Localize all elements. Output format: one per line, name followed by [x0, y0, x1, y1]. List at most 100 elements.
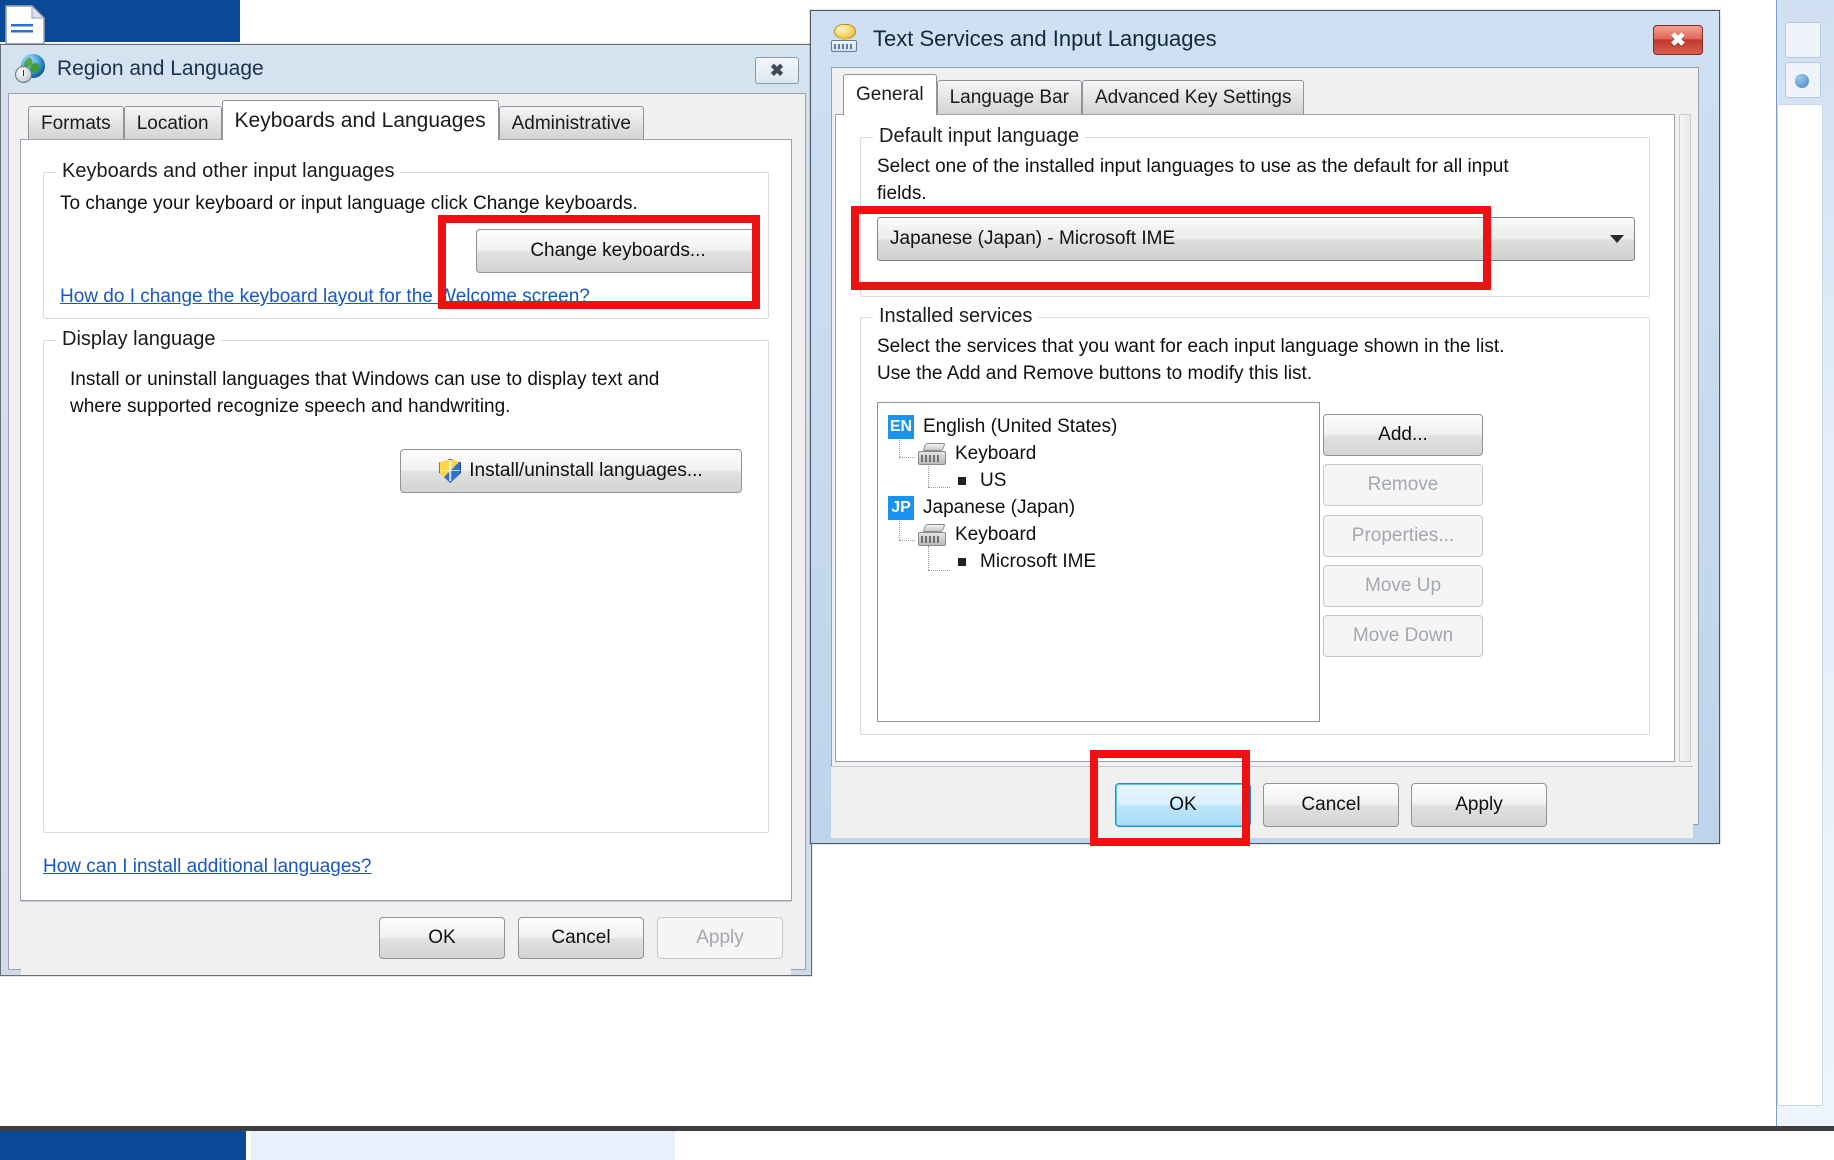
text-services-close-button[interactable]: ✖ [1653, 25, 1703, 55]
installed-services-group: Installed services Select the services t… [860, 305, 1650, 735]
tree-item-japanese-keyboard-label: Keyboard [955, 523, 1037, 545]
tab-administrative-label: Administrative [511, 112, 631, 134]
tree-item-japanese-keyboard[interactable]: Keyboard [878, 521, 1319, 548]
display-language-group-legend: Display language [56, 328, 222, 351]
default-input-language-combobox[interactable]: Japanese (Japan) - Microsoft IME [877, 217, 1635, 261]
tree-item-english-label: English (United States) [923, 415, 1118, 437]
text-services-cancel-label: Cancel [1301, 794, 1361, 815]
change-keyboards-label: Change keyboards... [530, 240, 706, 261]
move-up-button: Move Up [1323, 565, 1483, 607]
move-down-button: Move Down [1323, 615, 1483, 657]
shield-icon [439, 459, 462, 483]
keyboards-group-legend: Keyboards and other input languages [56, 160, 401, 183]
text-services-apply-button[interactable]: Apply [1411, 783, 1547, 827]
text-services-tabstrip: General Language Bar Advanced Key Settin… [843, 74, 1305, 115]
keyboard-icon-jp [918, 523, 946, 546]
text-services-scroll-sliver[interactable] [1679, 114, 1691, 762]
region-close-button[interactable]: ✖ [755, 57, 799, 84]
default-input-language-legend: Default input language [873, 125, 1086, 148]
tree-item-english-keyboard[interactable]: Keyboard [878, 440, 1319, 467]
taskbar-item [251, 1131, 675, 1160]
installed-services-description-line1: Select the services that you want for ea… [877, 336, 1505, 357]
lang-badge-icon-en: EN [888, 414, 914, 439]
chevron-down-icon[interactable] [1600, 235, 1634, 243]
lang-badge-icon-jp: JP [888, 495, 914, 520]
welcome-screen-keyboard-link[interactable]: How do I change the keyboard layout for … [60, 286, 590, 308]
tab-administrative[interactable]: Administrative [498, 106, 644, 140]
background-window-button-1[interactable] [1785, 22, 1821, 58]
document-file-icon[interactable] [4, 2, 46, 46]
tree-item-us-label: US [980, 469, 1007, 491]
tree-item-english-keyboard-label: Keyboard [955, 442, 1037, 464]
tree-item-japanese-label: Japanese (Japan) [923, 496, 1076, 518]
text-services-tab-page: Default input language Select one of the… [835, 114, 1675, 762]
tree-item-us[interactable]: US [878, 467, 1319, 494]
install-additional-languages-link[interactable]: How can I install additional languages? [43, 856, 372, 878]
tree-item-microsoft-ime-label: Microsoft IME [980, 550, 1097, 572]
taskbar-segment [0, 1131, 246, 1160]
region-cancel-label: Cancel [551, 927, 611, 948]
region-apply-button: Apply [657, 917, 783, 959]
display-language-description-line2: where supported recognize speech and han… [70, 396, 511, 417]
change-keyboards-button[interactable]: Change keyboards... [476, 229, 760, 273]
keyboard-icon-en [918, 442, 946, 465]
text-services-apply-label: Apply [1455, 794, 1503, 815]
background-window-panel [1777, 104, 1823, 1106]
installed-services-description-line2: Use the Add and Remove buttons to modify… [877, 363, 1313, 384]
default-input-language-group: Default input language Select one of the… [860, 125, 1650, 297]
region-ok-button[interactable]: OK [379, 917, 505, 959]
default-input-language-value: Japanese (Japan) - Microsoft IME [890, 228, 1176, 249]
display-language-group: Display language Install or uninstall la… [43, 328, 769, 833]
bullet-icon-ime [958, 557, 966, 566]
properties-button: Properties... [1323, 515, 1483, 557]
region-tabstrip: Formats Location Keyboards and Languages… [28, 100, 644, 140]
move-up-button-label: Move Up [1364, 575, 1442, 596]
region-titlebar: Region and Language ✖ [1, 45, 811, 93]
install-uninstall-languages-button[interactable]: Install/uninstall languages... [400, 449, 742, 493]
bullet-icon-us [958, 476, 966, 485]
tab-advanced-key-settings-label: Advanced Key Settings [1095, 87, 1292, 108]
install-uninstall-languages-label: Install/uninstall languages... [469, 460, 703, 481]
tab-general[interactable]: General [843, 74, 937, 115]
display-language-description-line1: Install or uninstall languages that Wind… [70, 369, 660, 390]
tab-formats-label: Formats [41, 112, 111, 134]
text-services-ok-button[interactable]: OK [1115, 783, 1251, 827]
installed-services-legend: Installed services [873, 305, 1039, 328]
remove-button-label: Remove [1367, 474, 1439, 495]
tab-language-bar[interactable]: Language Bar [936, 80, 1082, 115]
region-ok-label: OK [428, 927, 456, 948]
region-window-title: Region and Language [57, 57, 264, 80]
tab-formats[interactable]: Formats [28, 106, 124, 140]
add-button[interactable]: Add... [1323, 414, 1483, 456]
region-apply-label: Apply [696, 927, 744, 948]
tab-advanced-key-settings[interactable]: Advanced Key Settings [1082, 80, 1305, 115]
default-input-language-description-line1: Select one of the installed input langua… [877, 156, 1509, 177]
tab-keyboards-and-languages[interactable]: Keyboards and Languages [221, 100, 499, 140]
text-services-ok-label: OK [1169, 794, 1197, 815]
speech-keyboard-icon [829, 24, 861, 54]
tree-item-english-united-states[interactable]: EN English (United States) [878, 413, 1319, 440]
add-button-label: Add... [1378, 424, 1428, 445]
text-services-titlebar: Text Services and Input Languages ✖ [811, 11, 1719, 67]
region-tab-page: Keyboards and other input languages To c… [20, 139, 792, 901]
text-services-button-bar: OK Cancel Apply [831, 766, 1693, 838]
tab-location[interactable]: Location [123, 106, 222, 140]
text-services-window-title: Text Services and Input Languages [873, 26, 1217, 51]
default-input-language-description-line2: fields. [877, 183, 927, 204]
tree-item-microsoft-ime[interactable]: Microsoft IME [878, 548, 1319, 575]
properties-button-label: Properties... [1351, 525, 1455, 546]
move-down-button-label: Move Down [1352, 625, 1454, 646]
region-button-bar: OK Cancel Apply [21, 901, 791, 975]
installed-services-treeview[interactable]: EN English (United States) Keyboard US J… [877, 402, 1320, 722]
tab-language-bar-label: Language Bar [949, 87, 1069, 108]
tab-location-label: Location [136, 112, 209, 134]
keyboards-group-description: To change your keyboard or input languag… [60, 193, 638, 214]
keyboards-group: Keyboards and other input languages To c… [43, 160, 769, 319]
text-services-cancel-button[interactable]: Cancel [1263, 783, 1399, 827]
globe-clock-icon [15, 54, 45, 84]
remove-button: Remove [1323, 464, 1483, 506]
tab-general-label: General [856, 84, 924, 105]
background-window-right[interactable] [1776, 0, 1834, 1126]
tree-item-japanese-japan[interactable]: JP Japanese (Japan) [878, 494, 1319, 521]
region-cancel-button[interactable]: Cancel [518, 917, 644, 959]
